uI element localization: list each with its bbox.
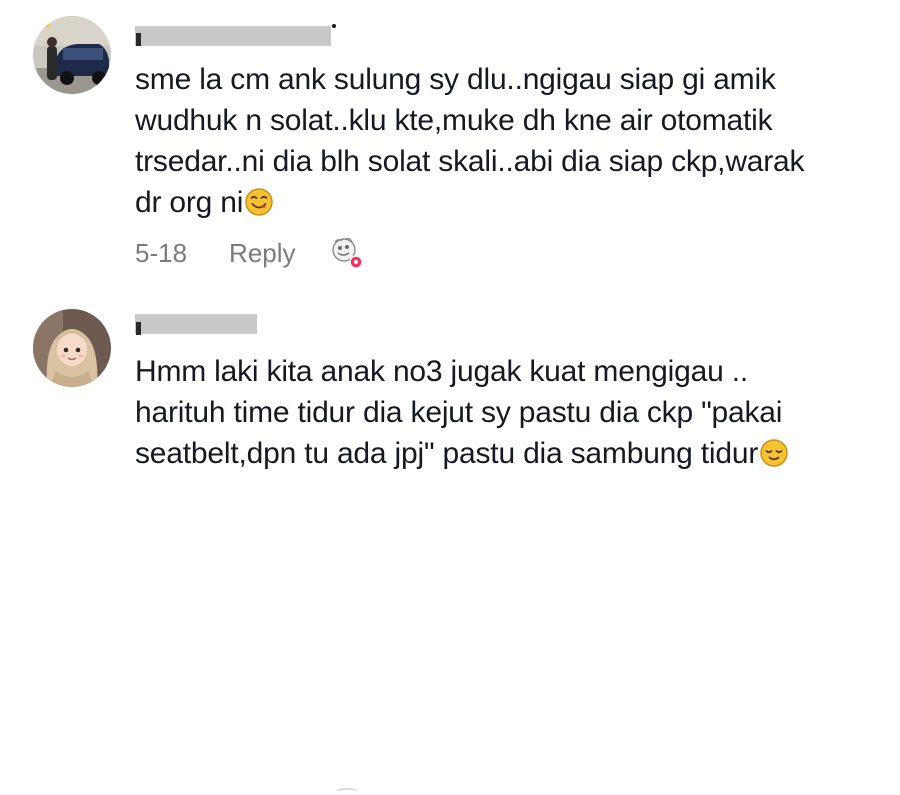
username-initial-fragment — [136, 33, 141, 46]
user-avatar[interactable] — [33, 309, 111, 387]
comment-body: Hmm laki kita anak no3 jugak kuat mengig… — [135, 351, 885, 474]
relieved-face-emoji-icon — [760, 439, 788, 467]
avatar-photo-icon — [33, 16, 111, 94]
comment-date: 5-18 — [135, 237, 188, 268]
next-item-edge — [336, 788, 358, 795]
comment-item: Hmm laki kita anak no3 jugak kuat mengig… — [0, 300, 900, 790]
comment-line: harituh time tidur dia kejut sy pastu di… — [135, 396, 783, 429]
comment-body: sme la cm ank sulung sy dlu..ngigau siap… — [135, 59, 885, 223]
reply-button[interactable]: Reply — [229, 238, 295, 269]
comment-line-text: seatbelt,dpn tu ada jpj" pastu dia sambu… — [135, 437, 759, 470]
username-trailing-dot — [332, 24, 336, 28]
comment-line: sme la cm ank sulung sy dlu..ngigau siap… — [135, 63, 776, 96]
username-redacted[interactable] — [135, 314, 257, 334]
comment-line: wudhuk n solat..klu kte,muke dh kne air … — [135, 104, 773, 137]
comment-line-last: seatbelt,dpn tu ada jpj" pastu dia sambu… — [135, 433, 885, 474]
comment-line: Hmm laki kita anak no3 jugak kuat mengig… — [135, 355, 748, 388]
comment-line-text: dr org ni — [135, 186, 244, 219]
avatar-illustration-icon — [33, 309, 111, 387]
creator-liked-sticker-icon — [330, 236, 364, 270]
comment-meta: 5-18 Reply — [135, 236, 364, 270]
comment-line-last: dr org ni — [135, 182, 885, 223]
username-initial-fragment — [136, 322, 141, 335]
username-redacted[interactable] — [135, 26, 331, 46]
user-avatar[interactable] — [33, 16, 111, 94]
yum-face-emoji-icon — [245, 188, 274, 216]
comment-item: sme la cm ank sulung sy dlu..ngigau siap… — [0, 0, 900, 290]
comment-line: trsedar..ni dia blh solat skali..abi dia… — [135, 145, 805, 178]
